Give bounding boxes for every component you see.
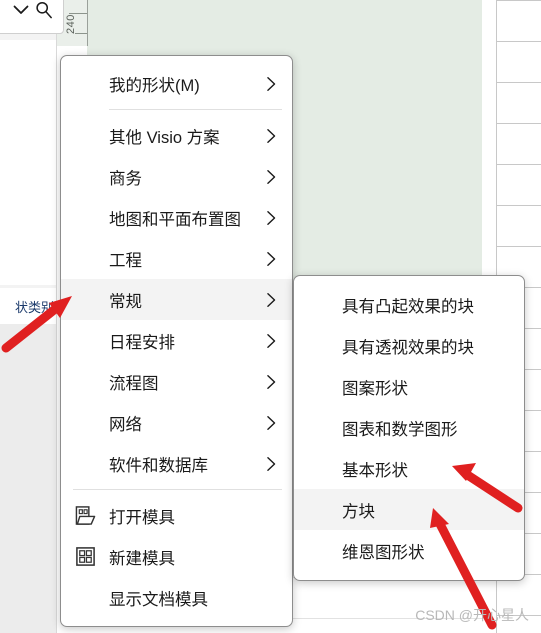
open-stencil-icon xyxy=(75,506,95,525)
chevron-right-icon xyxy=(266,374,275,389)
menu-item-1[interactable]: 其他 Visio 方案 xyxy=(61,115,292,156)
menu-item-label: 日程安排 xyxy=(109,333,175,352)
menu-item-label: 我的形状(M) xyxy=(109,76,200,95)
menu-separator xyxy=(109,109,282,110)
menu-item-submenu-arrow xyxy=(262,169,280,185)
chevron-right-icon xyxy=(266,128,275,143)
menu-item-icon-slot xyxy=(61,546,109,567)
submenu-item-2[interactable]: 图案形状 xyxy=(294,366,524,407)
ruler-label: 240 xyxy=(65,14,77,34)
side-panel-list-area xyxy=(0,40,56,285)
menu-separator xyxy=(73,489,282,490)
submenu-item-3[interactable]: 图表和数学图形 xyxy=(294,407,524,448)
submenu-item-label: 图表和数学图形 xyxy=(342,420,458,439)
menu-item-2[interactable]: 商务 xyxy=(61,156,292,197)
menu-item-submenu-arrow xyxy=(262,292,280,308)
submenu-item-0[interactable]: 具有凸起效果的块 xyxy=(294,284,524,325)
chevron-right-icon xyxy=(266,210,275,225)
shapes-context-menu[interactable]: 我的形状(M) 其他 Visio 方案 商务地图和平面布置图 工程常规日程安排流程图网… xyxy=(60,55,293,627)
menu-item-3[interactable]: 地图和平面布置图 xyxy=(61,197,292,238)
chevron-right-icon xyxy=(266,456,275,471)
menu-item-submenu-arrow xyxy=(262,415,280,431)
side-panel-category-label: 状类别 xyxy=(14,299,54,315)
search-icon[interactable] xyxy=(35,1,53,19)
menu-item-label: 网络 xyxy=(109,415,142,434)
menu-item-submenu-arrow xyxy=(262,374,280,390)
menu-item-label: 打开模具 xyxy=(109,508,175,527)
new-stencil-icon xyxy=(75,547,95,566)
chevron-right-icon xyxy=(266,292,275,307)
submenu-item-1[interactable]: 具有透视效果的块 xyxy=(294,325,524,366)
chevron-right-icon xyxy=(266,333,275,348)
menu-item-6[interactable]: 日程安排 xyxy=(61,320,292,361)
menu-item-0[interactable]: 我的形状(M) xyxy=(61,63,292,104)
menu-item-label: 其他 Visio 方案 xyxy=(109,128,220,147)
menu-item-label: 流程图 xyxy=(109,374,159,393)
submenu-item-6[interactable]: 维恩图形状 xyxy=(294,530,524,571)
submenu-item-4[interactable]: 基本形状 xyxy=(294,448,524,489)
menu-item-7[interactable]: 流程图 xyxy=(61,361,292,402)
side-panel-category-row[interactable]: 状类别 xyxy=(0,288,56,324)
menu-item-label: 工程 xyxy=(109,251,142,270)
chevron-right-icon xyxy=(266,169,275,184)
submenu-item-label: 方块 xyxy=(342,502,375,521)
menu-item-submenu-arrow xyxy=(262,251,280,267)
menu-item-label: 地图和平面布置图 xyxy=(109,210,241,229)
menu-item-label: 新建模具 xyxy=(109,549,175,568)
submenu-item-label: 维恩图形状 xyxy=(342,543,425,562)
menu-item-submenu-arrow xyxy=(262,76,280,92)
chevron-right-icon xyxy=(266,251,275,266)
menu-item-4[interactable]: 工程 xyxy=(61,238,292,279)
menu-item-10[interactable]: 打开模具 xyxy=(61,495,292,536)
menu-item-12[interactable]: 显示文档模具 xyxy=(61,577,292,618)
menu-item-icon-slot xyxy=(61,505,109,526)
general-shapes-submenu[interactable]: 具有凸起效果的块 具有透视效果的块 图案形状图表和数学图形 基本形状方块维恩图形状 xyxy=(293,275,525,581)
shapes-panel-toolbar xyxy=(0,0,64,34)
submenu-item-label: 具有凸起效果的块 xyxy=(342,297,474,316)
csdn-watermark: CSDN @开心星人 xyxy=(415,607,529,623)
menu-item-9[interactable]: 软件和数据库 xyxy=(61,443,292,484)
side-panel-empty-area xyxy=(0,324,56,633)
submenu-item-label: 图案形状 xyxy=(342,379,408,398)
submenu-item-5[interactable]: 方块 xyxy=(294,489,524,530)
menu-item-label: 软件和数据库 xyxy=(109,456,208,475)
menu-item-label: 显示文档模具 xyxy=(109,590,208,609)
submenu-item-label: 具有透视效果的块 xyxy=(342,338,474,357)
menu-item-submenu-arrow xyxy=(262,210,280,226)
submenu-item-label: 基本形状 xyxy=(342,461,408,480)
chevron-right-icon xyxy=(266,415,275,430)
menu-item-8[interactable]: 网络 xyxy=(61,402,292,443)
menu-item-label: 商务 xyxy=(109,169,142,188)
menu-item-submenu-arrow xyxy=(262,456,280,472)
chevron-down-icon[interactable] xyxy=(13,5,29,15)
chevron-right-icon xyxy=(266,76,275,91)
menu-item-submenu-arrow xyxy=(262,128,280,144)
menu-item-11[interactable]: 新建模具 xyxy=(61,536,292,577)
shapes-side-panel: 状类别 xyxy=(0,0,57,633)
menu-item-5[interactable]: 常规 xyxy=(61,279,292,320)
menu-item-submenu-arrow xyxy=(262,333,280,349)
menu-item-label: 常规 xyxy=(109,292,142,311)
